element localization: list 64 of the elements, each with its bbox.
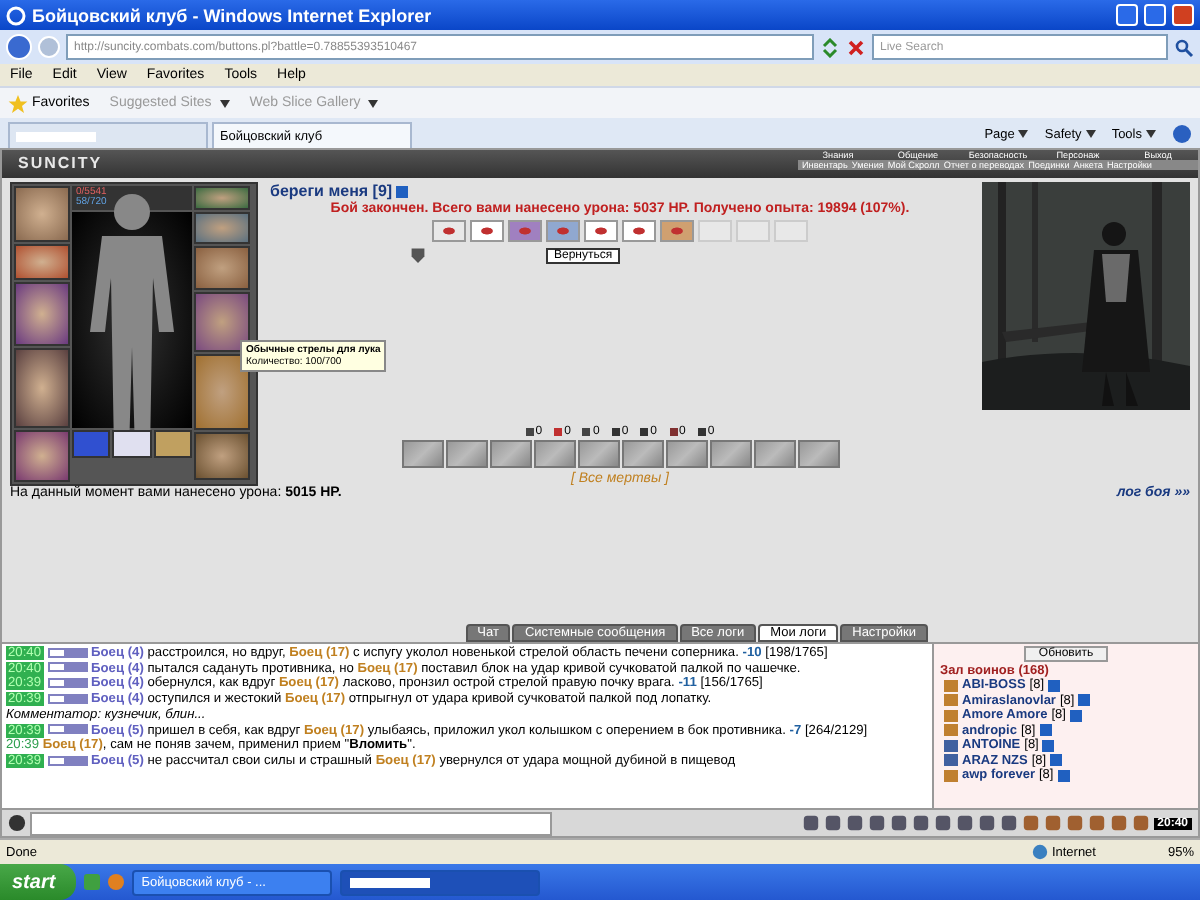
maximize-button[interactable] — [1144, 4, 1166, 26]
refresh-icon — [820, 37, 840, 57]
hit-indicator-icon — [47, 678, 88, 689]
game-logo: SUNCITY — [16, 152, 105, 176]
globe-icon — [1031, 844, 1048, 860]
counter-icon — [611, 428, 620, 436]
skill-tile[interactable] — [533, 440, 575, 468]
skill-tile[interactable] — [489, 440, 531, 468]
info-icon[interactable] — [1048, 679, 1061, 691]
counter-icon — [525, 428, 534, 436]
hit-indicator-icon — [47, 755, 88, 766]
skill-tile[interactable] — [709, 440, 751, 468]
caret-icon[interactable] — [1085, 129, 1096, 137]
minimize-button[interactable] — [1116, 4, 1138, 26]
hit-indicator-icon — [47, 647, 88, 658]
back-button[interactable] — [6, 34, 32, 60]
chat-input[interactable] — [30, 811, 552, 835]
hit-indicator-icon — [47, 662, 88, 673]
caret-icon[interactable] — [219, 99, 230, 107]
caret-icon[interactable] — [1146, 129, 1156, 137]
effect-icon[interactable] — [432, 220, 466, 242]
shield-icon — [410, 246, 426, 264]
equipment-slot[interactable] — [194, 292, 250, 352]
star-icon — [8, 93, 28, 113]
caret-icon[interactable] — [1018, 129, 1029, 137]
empty-slot — [774, 220, 808, 242]
skill-tile[interactable] — [621, 440, 663, 468]
window-title: Бойцовский клуб - Windows Internet Explorer — [32, 5, 432, 25]
equipment-slot[interactable] — [14, 282, 70, 346]
close-button[interactable] — [1172, 4, 1194, 26]
equipment-slot[interactable] — [14, 348, 70, 428]
info-icon[interactable] — [396, 185, 409, 197]
hit-indicator-icon — [47, 724, 88, 735]
counter-icon — [697, 428, 706, 436]
skill-tile[interactable] — [401, 440, 443, 468]
counter-icon — [582, 428, 591, 436]
search-icon — [1174, 37, 1194, 57]
equipment-slot[interactable] — [14, 244, 70, 280]
empty-slot — [736, 220, 770, 242]
skill-tile[interactable] — [753, 440, 795, 468]
counter-icon — [554, 428, 563, 436]
skill-tile[interactable] — [577, 440, 619, 468]
item-slot[interactable] — [112, 430, 152, 458]
stop-icon — [846, 37, 866, 57]
effect-icon[interactable] — [622, 220, 656, 242]
equipment-slot[interactable] — [14, 430, 70, 482]
taskbar-window[interactable] — [339, 869, 540, 895]
skill-tile[interactable] — [797, 440, 839, 468]
skill-tile[interactable] — [445, 440, 487, 468]
start-button[interactable]: start — [0, 864, 76, 900]
empty-slot — [698, 220, 732, 242]
counter-icon — [669, 428, 678, 436]
help-icon — [1172, 124, 1192, 144]
equipment-slot[interactable] — [14, 186, 70, 242]
caret-icon[interactable] — [368, 99, 379, 107]
effect-icon[interactable] — [584, 220, 618, 242]
counter-icon — [640, 428, 649, 436]
opponent-name[interactable]: береги меня [9] — [270, 182, 393, 200]
skill-tile[interactable] — [665, 440, 707, 468]
hit-indicator-icon — [47, 693, 88, 704]
effect-icon[interactable] — [470, 220, 504, 242]
item-slot[interactable] — [153, 430, 192, 458]
equipment-slot[interactable] — [194, 354, 250, 430]
ie-icon — [6, 5, 26, 25]
